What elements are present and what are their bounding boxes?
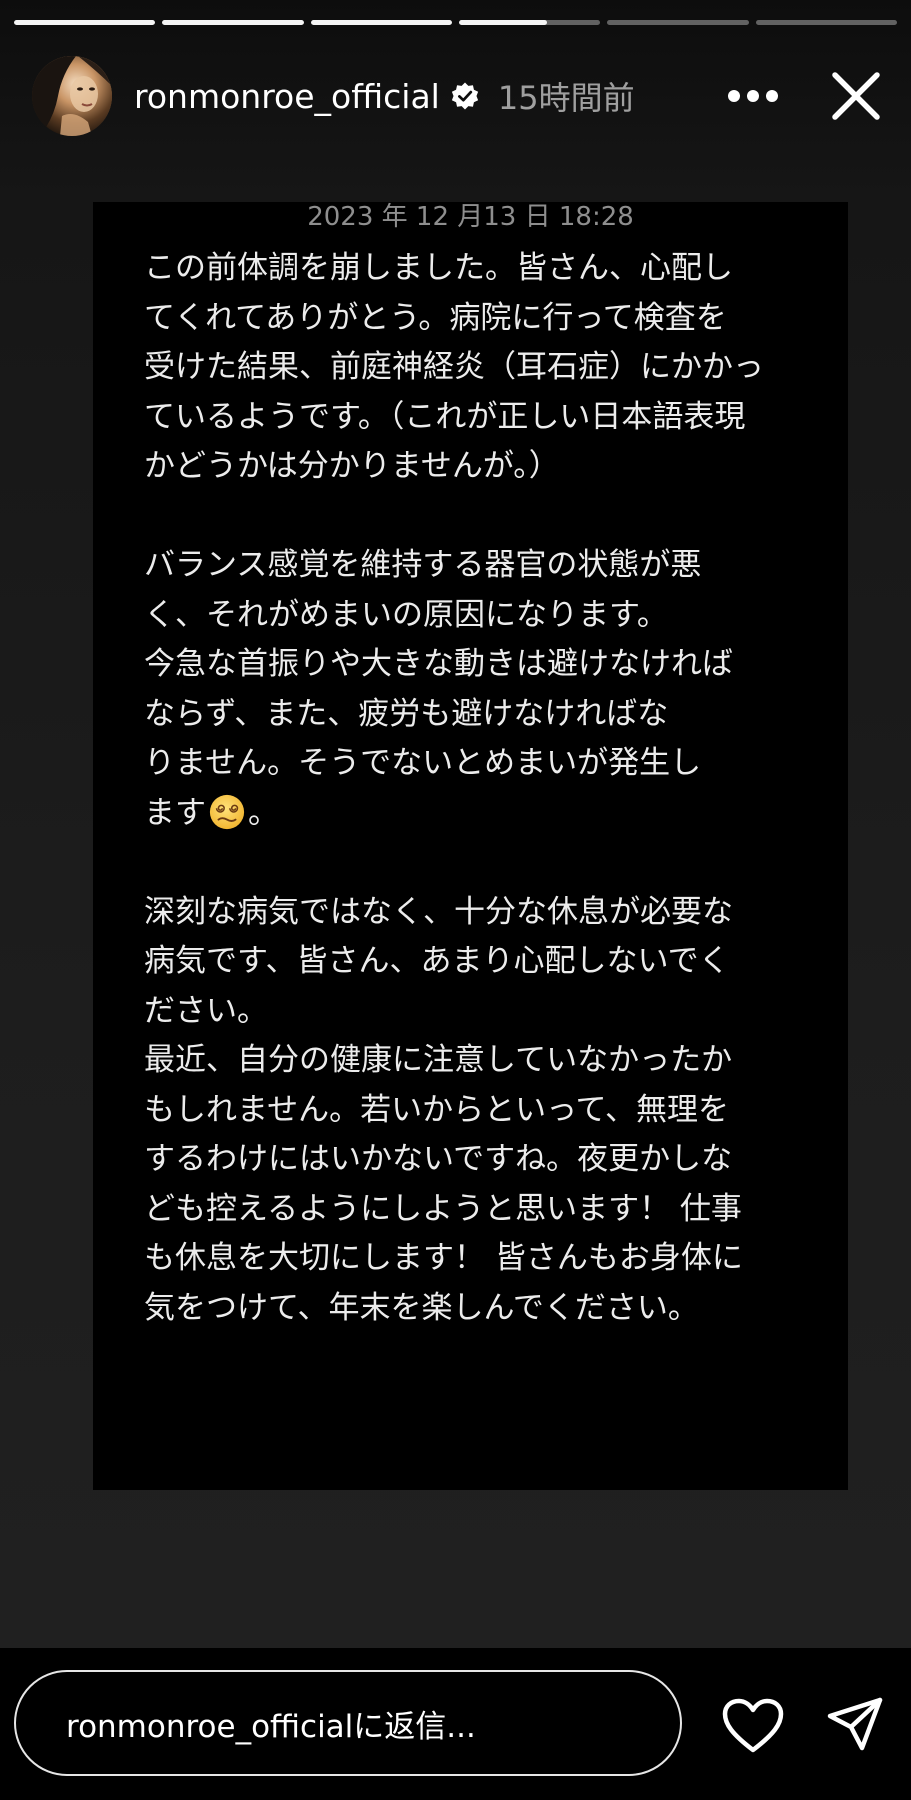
text-line: りません。そうでないとめまいが発生し — [144, 745, 702, 781]
text-line: 深刻な病気ではなく、十分な休息が必要な — [144, 893, 733, 930]
like-button[interactable] — [722, 1698, 784, 1754]
text-line: 気をつけて、年末を楽しんでください。 — [144, 1289, 699, 1326]
story-progress-fill — [458, 20, 547, 25]
avatar[interactable] — [32, 56, 112, 136]
avatar-image — [32, 56, 112, 136]
text-line-with-emoji: ます 。 — [144, 789, 794, 839]
story-progress-fill — [14, 20, 156, 25]
text-line: てくれてありがとう。病院に行って検査を — [144, 299, 727, 336]
send-icon — [827, 1697, 883, 1751]
story-footer: ronmonroe_officialに返信... — [0, 1648, 911, 1800]
text-line: 今急な首振りや大きな動きは避けなければ — [144, 646, 733, 682]
paragraph-2: バランス感覚を維持する器官の状態が悪 く、それがめまいの原因になります。 今急な… — [144, 541, 794, 838]
story-progress — [14, 20, 897, 25]
text-line: ども控えるようにしようと思います！ 仕事 — [144, 1190, 742, 1227]
story-progress-fill — [162, 20, 304, 25]
story-progress-segment — [458, 20, 601, 25]
text-fragment: ます — [144, 794, 206, 831]
username[interactable]: ronmonroe_official — [134, 77, 440, 116]
story-header: ronmonroe_official 15時間前 — [32, 54, 883, 138]
story-progress-fill — [310, 20, 452, 25]
story-progress-segment — [162, 20, 304, 25]
story-viewer: ronmonroe_official 15時間前 2023 年 12 月13 日… — [0, 0, 911, 1800]
heart-icon — [722, 1698, 784, 1753]
text-line: 最近、自分の健康に注意していなかったか — [144, 1042, 733, 1078]
post-date: 2023 年 12 月13 日 18:28 — [307, 202, 634, 232]
text-fragment: 。 — [248, 794, 279, 831]
more-options-button[interactable] — [723, 76, 783, 116]
paragraph-1: この前体調を崩しました。皆さん、心配し てくれてありがとう。病院に行って検査を … — [144, 244, 794, 492]
send-message-button[interactable] — [826, 1696, 884, 1754]
reply-input[interactable]: ronmonroe_officialに返信... — [14, 1670, 682, 1776]
close-icon — [832, 72, 880, 120]
text-line: かどうかは分かりませんが。） — [144, 448, 560, 484]
story-progress-segment — [755, 20, 897, 25]
reply-placeholder: ronmonroe_officialに返信... — [66, 1708, 476, 1745]
text-line: ているようです。（これが正しい日本語表現 — [144, 398, 746, 435]
more-icon — [728, 90, 778, 102]
post-text: この前体調を崩しました。皆さん、心配し てくれてありがとう。病院に行って検査を … — [144, 244, 794, 1333]
paragraph-3: 深刻な病気ではなく、十分な休息が必要な 病気です、皆さん、あまり心配しないでく … — [144, 888, 794, 1334]
text-line: も休息を大切にします！ 皆さんもお身体に — [144, 1240, 743, 1276]
story-progress-segment — [607, 20, 749, 25]
story-progress-segment — [14, 20, 156, 25]
dizzy-face-emoji-icon — [209, 794, 245, 829]
story-progress-segment — [310, 20, 452, 25]
text-line: するわけにはいかないですね。夜更かしな — [144, 1141, 733, 1177]
text-line: 病気です、皆さん、あまり心配しないでく — [144, 943, 730, 979]
text-line: この前体調を崩しました。皆さん、心配し — [144, 250, 733, 286]
text-line: ならず、また、疲労も避けなければな — [144, 695, 669, 732]
text-line: バランス感覚を維持する器官の状態が悪 — [144, 547, 702, 583]
close-button[interactable] — [829, 69, 883, 123]
verified-badge-icon — [451, 82, 478, 110]
text-line: もしれません。若いからといって、無理を — [144, 1091, 729, 1128]
text-line: く、それがめまいの原因になります。 — [144, 596, 668, 633]
story-post-card: 2023 年 12 月13 日 18:28 この前体調を崩しました。皆さん、心配… — [93, 202, 848, 1490]
text-line: 受けた結果、前庭神経炎（耳石症）にかかっ — [144, 349, 764, 385]
text-line: ださい。 — [144, 992, 268, 1029]
post-time-ago: 15時間前 — [497, 79, 635, 117]
